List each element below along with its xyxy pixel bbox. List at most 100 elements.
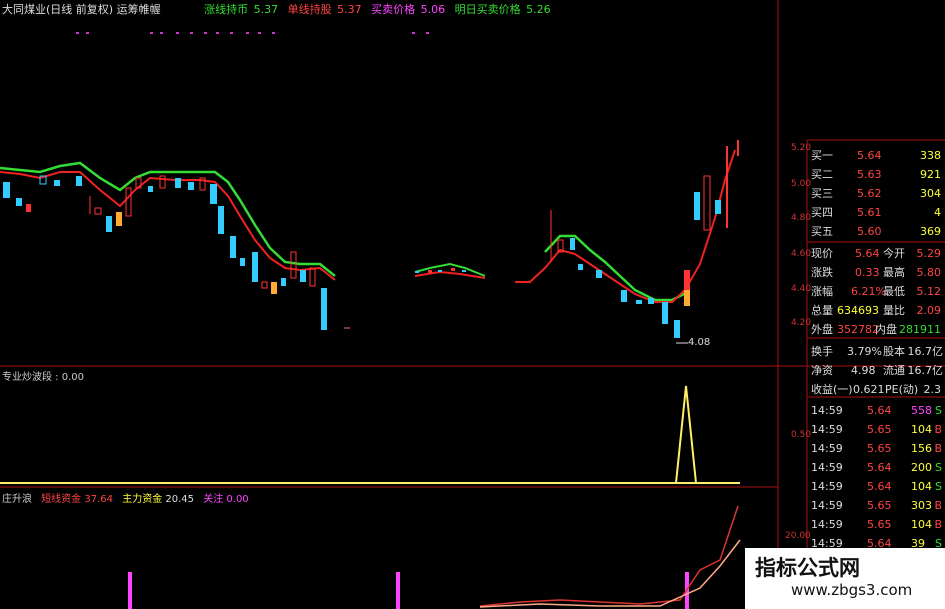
tick-row: 14:59 5.65 104 B <box>807 515 945 534</box>
ma-red-line <box>0 171 336 281</box>
tick-price: 5.65 <box>867 442 892 455</box>
tick-side: B <box>934 442 942 455</box>
tick-row: 14:59 5.64 558 S <box>807 401 945 420</box>
watermark-title: 指标公式网 <box>755 556 860 580</box>
tick-time: 14:59 <box>811 461 843 474</box>
short-funds-line <box>479 505 739 607</box>
fund-value: 16.7亿 <box>907 364 944 377</box>
stat-row-4: 总量 634693 量比 2.09 <box>807 301 945 320</box>
fund-row-2: 净资 4.98 流通 16.7亿 <box>807 361 945 380</box>
stat-value: 0.33 <box>855 266 880 279</box>
short-funds-label: 短线资金 <box>41 494 82 505</box>
stat-value: 6.21% <box>851 285 886 298</box>
fund-value: 4.98 <box>851 364 876 377</box>
stat-row-1: 现价 5.64 今开 5.29 <box>807 244 945 263</box>
fund-label: 股本 <box>883 345 905 358</box>
stat-value: 5.12 <box>916 285 942 298</box>
bid-price: 5.64 <box>857 149 882 162</box>
tick-row: 14:59 5.65 303 B <box>807 496 945 515</box>
band-panel-value: 0.00 <box>61 372 84 383</box>
watermark-url: www.zbgs3.com <box>791 581 913 599</box>
ma-green-line-right <box>544 234 689 302</box>
stat-label: 量比 <box>883 304 905 317</box>
candles-left <box>3 175 350 330</box>
band-panel-title: 专业炒波段 <box>2 372 52 383</box>
bid-volume: 4 <box>934 206 941 219</box>
fund-value: 3.79% <box>847 345 882 358</box>
bid-price: 5.62 <box>857 187 882 200</box>
fund-row-1: 换手 3.79% 股本 16.7亿 <box>807 342 945 361</box>
tick-side: S <box>935 480 942 493</box>
fund-row-3: 收益(一) 0.621 PE(动) 2.3 <box>807 380 945 399</box>
stat-row-5: 外盘 352782 内盘 281911 <box>807 320 945 339</box>
band-panel-label: 专业炒波段 : 0.00 <box>2 372 84 383</box>
stat-value: 352782 <box>837 323 879 336</box>
attention-label: 关注 <box>203 494 224 505</box>
fund-label: 换手 <box>811 345 833 358</box>
ma-red-line-mid <box>414 270 486 279</box>
main-funds-label: 主力资金 <box>122 494 163 505</box>
stat-label: 涨跌 <box>811 266 833 279</box>
stat-value: 2.09 <box>916 304 942 317</box>
stock-chart-canvas[interactable] <box>0 0 945 609</box>
tick-side: S <box>935 461 942 474</box>
main-funds-line <box>479 539 741 608</box>
stat-label: 总量 <box>811 304 833 317</box>
tick-time: 14:59 <box>811 499 843 512</box>
bid-row-2[interactable]: 买二 5.63 921 <box>807 165 945 184</box>
bid-price: 5.63 <box>857 168 882 181</box>
bid-label: 买二 <box>811 168 833 181</box>
attention-bars <box>128 572 689 609</box>
bid-row-3[interactable]: 买三 5.62 304 <box>807 184 945 203</box>
tick-list[interactable]: 14:59 5.64 558 S 14:59 5.65 104 B 14:59 … <box>807 401 945 551</box>
main-funds-value: 20.45 <box>165 494 195 505</box>
bid-row-4[interactable]: 买四 5.61 4 <box>807 203 945 222</box>
tick-volume: 200 <box>911 461 932 474</box>
bid-label: 买五 <box>811 225 833 238</box>
bid-price: 5.60 <box>857 225 882 238</box>
bid-label: 买四 <box>811 206 833 219</box>
band-spike <box>675 385 697 484</box>
tick-price: 5.65 <box>867 423 892 436</box>
fund-label: 收益(一) <box>811 383 853 396</box>
bid-volume: 369 <box>920 225 941 238</box>
stat-label: 最高 <box>883 266 905 279</box>
bid-volume: 338 <box>920 149 941 162</box>
tick-row: 14:59 5.64 104 S <box>807 477 945 496</box>
stat-label: 最低 <box>883 285 905 298</box>
tick-side: B <box>934 423 942 436</box>
tick-volume: 156 <box>911 442 932 455</box>
bid-price: 5.61 <box>857 206 882 219</box>
stat-value: 634693 <box>837 304 879 317</box>
tick-time: 14:59 <box>811 404 843 417</box>
bid-row-5[interactable]: 买五 5.60 369 <box>807 222 945 241</box>
tick-price: 5.65 <box>867 518 892 531</box>
fund-value: 2.3 <box>923 383 942 396</box>
stat-label: 今开 <box>883 247 905 260</box>
fund-value: 0.621 <box>853 383 885 396</box>
stat-label: 现价 <box>811 247 833 260</box>
bid-row-1[interactable]: 买一 5.64 338 <box>807 146 945 165</box>
tick-row: 14:59 5.65 156 B <box>807 439 945 458</box>
tick-volume: 104 <box>911 518 932 531</box>
stat-label: 外盘 <box>811 323 833 336</box>
tick-price: 5.65 <box>867 499 892 512</box>
bid-label: 买一 <box>811 149 833 162</box>
stat-value: 5.29 <box>916 247 942 260</box>
fund-label: 净资 <box>811 364 833 377</box>
fund-value: 16.7亿 <box>907 345 944 358</box>
signal-markers <box>76 32 429 34</box>
stat-value: 5.80 <box>916 266 942 279</box>
tick-row: 14:59 5.65 104 B <box>807 420 945 439</box>
tick-time: 14:59 <box>811 442 843 455</box>
attention-value: 0.00 <box>226 494 249 505</box>
funds-panel-title: 庄升浪 <box>2 494 32 505</box>
tick-volume: 303 <box>911 499 932 512</box>
funds-panel-label: 庄升浪 短线资金 37.64 主力资金 20.45 关注 0.00 <box>2 490 249 505</box>
stat-value: 281911 <box>899 323 941 336</box>
tick-time: 14:59 <box>811 518 843 531</box>
tick-price: 5.64 <box>867 461 892 474</box>
bid-label: 买三 <box>811 187 833 200</box>
tick-row: 14:59 5.64 200 S <box>807 458 945 477</box>
tick-side: B <box>934 518 942 531</box>
